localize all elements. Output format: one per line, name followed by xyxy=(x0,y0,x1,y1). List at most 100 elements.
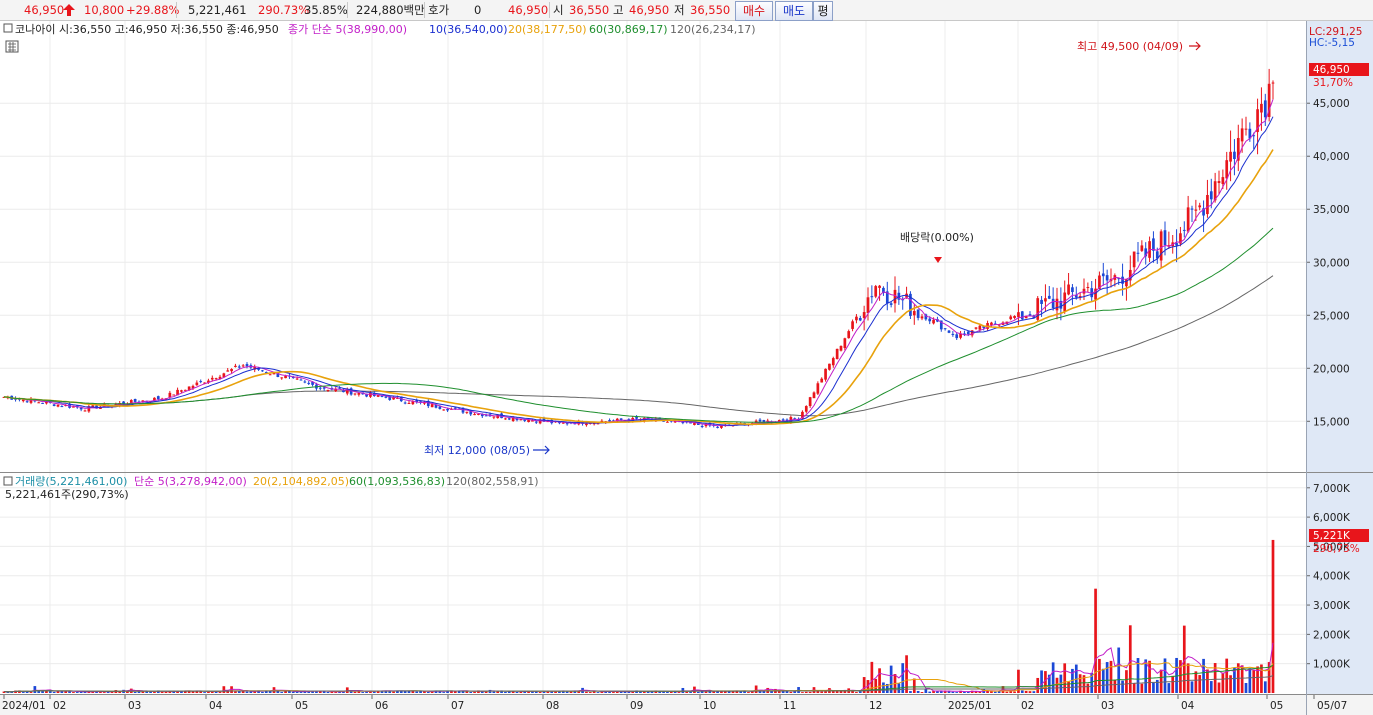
candle-body xyxy=(1067,284,1070,295)
volume-bar xyxy=(677,692,681,693)
candle-body xyxy=(1263,100,1267,118)
date-tick-label: 04 xyxy=(1181,700,1195,712)
volume-bar xyxy=(160,691,164,693)
volume-bar xyxy=(504,691,507,693)
candle-body xyxy=(261,370,264,372)
volume-bar xyxy=(882,682,885,693)
volume-bar xyxy=(565,691,569,693)
volume-bar xyxy=(1125,670,1128,693)
volume-bar xyxy=(1098,658,1101,693)
candle-body xyxy=(245,364,249,367)
candle-body xyxy=(1017,312,1020,318)
volume-bar xyxy=(1167,683,1171,693)
price-tick-label: 20,000 xyxy=(1313,363,1350,375)
volume-bar xyxy=(72,692,75,693)
volume-bar xyxy=(1260,664,1263,693)
candle-body xyxy=(41,402,44,404)
candle-body xyxy=(812,392,816,399)
candle-body xyxy=(453,407,457,409)
candle-body xyxy=(1051,298,1055,308)
date-tick-label: 10 xyxy=(703,700,716,712)
volume-bar xyxy=(222,686,226,693)
date-tick-label: 09 xyxy=(630,700,643,712)
volume-bar xyxy=(585,691,588,693)
candle-body xyxy=(781,419,785,421)
volume-bar xyxy=(685,691,689,693)
volume-bar xyxy=(1202,658,1205,693)
candle-body xyxy=(878,285,881,288)
volume-bar xyxy=(33,686,37,693)
volume-bar xyxy=(1078,674,1082,693)
candle-body xyxy=(129,400,133,403)
volume-bar xyxy=(241,691,245,693)
hoga-label: 호가 xyxy=(428,3,450,17)
buy-button[interactable]: 매수 xyxy=(735,1,773,21)
volume-bar xyxy=(723,691,727,693)
volume-bar xyxy=(1109,660,1113,693)
volume-bar xyxy=(465,691,469,693)
volume-bar xyxy=(415,691,419,693)
volume-bar xyxy=(696,691,700,693)
volume-bar xyxy=(234,691,237,693)
candle-body xyxy=(369,392,372,397)
candle-body xyxy=(1206,194,1209,215)
volume-bar xyxy=(1229,675,1232,693)
volume-bar xyxy=(963,691,966,693)
candle-body xyxy=(1132,251,1136,268)
candle-body xyxy=(380,395,384,397)
candle-body xyxy=(180,390,183,392)
candle-body xyxy=(1182,229,1186,231)
volume-bar xyxy=(781,691,785,693)
candle-body xyxy=(1055,298,1059,311)
price-tick-label: 25,000 xyxy=(1313,310,1350,322)
volume-bar xyxy=(1009,691,1013,693)
hc-label: HC:-5,15 xyxy=(1309,37,1355,49)
candle-body xyxy=(1047,295,1051,299)
volume-bar xyxy=(1244,683,1248,693)
volume-bar xyxy=(1194,671,1198,693)
price-change-pct: +29.88% xyxy=(126,3,180,17)
candle-body xyxy=(507,418,511,420)
volume-bar xyxy=(52,691,56,693)
divider xyxy=(424,2,425,18)
volume-bar xyxy=(1024,690,1028,693)
divider xyxy=(176,2,177,18)
volume-bar xyxy=(928,691,932,693)
open-label: 시 xyxy=(553,3,564,17)
candle-body xyxy=(816,383,820,394)
volume-bar xyxy=(102,692,106,693)
hoga-value: 0 xyxy=(474,3,482,17)
candle-body xyxy=(446,408,449,411)
price-tick-label: 35,000 xyxy=(1313,204,1350,216)
candle-body xyxy=(199,381,203,383)
candle-body xyxy=(1071,287,1074,293)
ma-legend: 종가 단순 5(38,990,00) 10(36,540,00) 20(38,177… xyxy=(288,23,756,36)
candle-body xyxy=(52,404,56,406)
flat-button[interactable]: 평 xyxy=(813,1,833,21)
candle-body xyxy=(1225,160,1229,179)
candle-body xyxy=(916,309,920,318)
candle-body xyxy=(912,311,916,316)
candle-body xyxy=(1260,103,1263,113)
volume-bar xyxy=(1020,690,1024,693)
volume-bar xyxy=(392,691,395,693)
up-arrow-icon xyxy=(63,4,75,16)
sell-button[interactable]: 매도 xyxy=(775,1,813,21)
volume-bar xyxy=(739,691,743,693)
ex-div-annotation: 배당락(0.00%) xyxy=(900,231,974,244)
volume-bar xyxy=(1117,647,1121,693)
volume-bar xyxy=(669,691,673,693)
candle-body xyxy=(214,378,218,380)
volume-bar xyxy=(1209,681,1213,693)
price-tick-label: 40,000 xyxy=(1313,151,1350,163)
volume-info: 5,221,461주(290,73%) xyxy=(5,488,129,501)
candle-body xyxy=(473,414,476,416)
candle-body xyxy=(693,423,696,425)
volume-bar xyxy=(909,691,912,693)
candle-body xyxy=(928,318,932,322)
date-tick-label: 07 xyxy=(451,700,464,712)
volume-bar xyxy=(1105,662,1109,693)
candle-body xyxy=(1044,298,1047,302)
volume-bar xyxy=(1055,677,1059,693)
candle-body xyxy=(874,286,878,297)
